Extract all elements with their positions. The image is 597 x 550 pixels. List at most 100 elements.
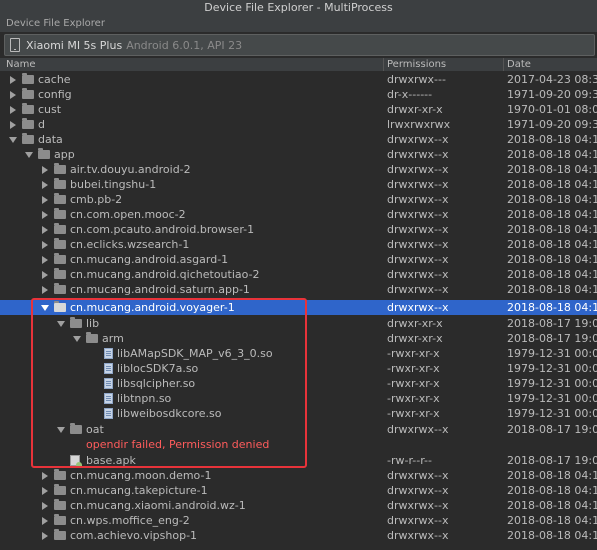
triangle-right-icon[interactable] xyxy=(42,256,48,264)
triangle-right-icon[interactable] xyxy=(10,106,16,114)
window-titlebar: Device File Explorer - MultiProcess xyxy=(0,0,597,17)
row-name: cmb.pb-2 xyxy=(70,193,123,206)
tree-row[interactable]: cn.com.pcauto.android.browser-1 drwxrwx-… xyxy=(0,222,597,237)
row-permissions: drwxrwx--x xyxy=(387,514,449,527)
tree-row[interactable]: cn.com.open.mooc-2 drwxrwx--x 2018-08-18… xyxy=(0,207,597,222)
triangle-right-icon[interactable] xyxy=(42,166,48,174)
tree-row[interactable]: base.apk -rw-r--r-- 2018-08-17 19:01 xyxy=(0,453,597,468)
row-date: 2018-08-17 19:01 xyxy=(507,317,597,330)
row-permissions: drwxrwx--x xyxy=(387,238,449,251)
triangle-down-icon[interactable] xyxy=(57,427,65,433)
tree-row[interactable]: arm drwxr-xr-x 2018-08-17 19:01 xyxy=(0,331,597,346)
row-name: cn.wps.moffice_eng-2 xyxy=(70,514,190,527)
tree-row[interactable]: libtnpn.so -rwxr-xr-x 1979-12-31 00:00 xyxy=(0,391,597,406)
column-divider[interactable] xyxy=(383,58,384,71)
row-name: cn.mucang.android.saturn.app-1 xyxy=(70,283,250,296)
row-date: 2018-08-18 04:10 xyxy=(507,178,597,191)
triangle-down-icon[interactable] xyxy=(9,137,17,143)
tree-row[interactable]: cn.eclicks.wzsearch-1 drwxrwx--x 2018-08… xyxy=(0,237,597,252)
triangle-down-icon[interactable] xyxy=(57,321,65,327)
row-date: 1979-12-31 00:00 xyxy=(507,377,597,390)
row-permissions: drwxrwx--x xyxy=(387,253,449,266)
device-selector[interactable]: Xiaomi MI 5s Plus Android 6.0.1, API 23 xyxy=(4,34,595,56)
tree-row[interactable]: libAMapSDK_MAP_v6_3_0.so -rwxr-xr-x 1979… xyxy=(0,346,597,361)
triangle-right-icon[interactable] xyxy=(42,286,48,294)
triangle-right-icon[interactable] xyxy=(42,472,48,480)
triangle-right-icon[interactable] xyxy=(42,241,48,249)
tree-row[interactable]: cust drwxr-xr-x 1970-01-01 08:00 xyxy=(0,102,597,117)
triangle-right-icon[interactable] xyxy=(42,181,48,189)
row-name: cache xyxy=(38,73,71,86)
tree-row[interactable]: app drwxrwx--x 2018-08-18 04:10 xyxy=(0,147,597,162)
tree-row[interactable]: lib drwxr-xr-x 2018-08-17 19:01 xyxy=(0,316,597,331)
row-permissions: drwxrwx--x xyxy=(387,423,449,436)
row-name: cn.mucang.moon.demo-1 xyxy=(70,469,212,482)
tree-row[interactable]: air.tv.douyu.android-2 drwxrwx--x 2018-0… xyxy=(0,162,597,177)
tree-row[interactable]: com.achievo.vipshop-1 drwxrwx--x 2018-08… xyxy=(0,528,597,543)
folder-icon xyxy=(22,88,34,99)
triangle-right-icon[interactable] xyxy=(42,226,48,234)
row-permissions: -rw-r--r-- xyxy=(387,454,432,467)
row-permissions: -rwxr-xr-x xyxy=(387,362,440,375)
tree-row[interactable]: cmb.pb-2 drwxrwx--x 2018-08-18 04:10 xyxy=(0,192,597,207)
tree-row[interactable]: data drwxrwx--x 2018-08-18 04:10 xyxy=(0,132,597,147)
tree-row[interactable]: cn.mucang.android.saturn.app-1 drwxrwx--… xyxy=(0,282,597,297)
tree-row[interactable]: oat drwxrwx--x 2018-08-17 19:01 xyxy=(0,422,597,437)
folder-icon xyxy=(54,484,66,495)
row-date: 1971-09-20 09:39 xyxy=(507,118,597,131)
tree-row[interactable]: cache drwxrwx--- 2017-04-23 08:38 xyxy=(0,72,597,87)
triangle-down-icon[interactable] xyxy=(25,152,33,158)
tree-row[interactable]: libweibosdkcore.so -rwxr-xr-x 1979-12-31… xyxy=(0,406,597,421)
row-name: libAMapSDK_MAP_v6_3_0.so xyxy=(117,347,273,360)
tree-row[interactable]: bubei.tingshu-1 drwxrwx--x 2018-08-18 04… xyxy=(0,177,597,192)
tree-row-selected[interactable]: cn.mucang.android.voyager-1 drwxrwx--x 2… xyxy=(0,300,597,315)
column-divider[interactable] xyxy=(503,58,504,71)
tree-row[interactable]: liblocSDK7a.so -rwxr-xr-x 1979-12-31 00:… xyxy=(0,361,597,376)
tree-row[interactable]: cn.mucang.takepicture-1 drwxrwx--x 2018-… xyxy=(0,483,597,498)
tree-row[interactable]: cn.mucang.xiaomi.android.wz-1 drwxrwx--x… xyxy=(0,498,597,513)
row-name: cn.eclicks.wzsearch-1 xyxy=(70,238,190,251)
triangle-right-icon[interactable] xyxy=(42,532,48,540)
column-header-name[interactable]: Name xyxy=(6,58,36,71)
row-permissions: drwxr-xr-x xyxy=(387,317,443,330)
row-date: 2018-08-18 04:10 xyxy=(507,163,597,176)
triangle-right-icon[interactable] xyxy=(10,91,16,99)
row-date: 2018-08-18 04:10 xyxy=(507,253,597,266)
tree-row[interactable]: d lrwxrwxrwx 1971-09-20 09:39 xyxy=(0,117,597,132)
triangle-down-icon[interactable] xyxy=(41,305,49,311)
folder-icon xyxy=(22,103,34,114)
triangle-right-icon[interactable] xyxy=(42,502,48,510)
column-header-permissions[interactable]: Permissions xyxy=(387,58,446,71)
tree-row[interactable]: config dr-x------ 1971-09-20 09:39 xyxy=(0,87,597,102)
tree-row[interactable]: cn.mucang.android.asgard-1 drwxrwx--x 20… xyxy=(0,252,597,267)
triangle-right-icon[interactable] xyxy=(42,196,48,204)
row-name: cn.mucang.android.voyager-1 xyxy=(70,301,235,314)
row-permissions: drwxrwx--x xyxy=(387,499,449,512)
folder-icon xyxy=(54,283,66,294)
folder-icon xyxy=(22,133,34,144)
row-date: 1979-12-31 00:00 xyxy=(507,407,597,420)
triangle-down-icon[interactable] xyxy=(73,336,81,342)
row-permissions: drwxr-xr-x xyxy=(387,103,443,116)
tree-row[interactable]: cn.mucang.android.qichetoutiao-2 drwxrwx… xyxy=(0,267,597,282)
triangle-right-icon[interactable] xyxy=(10,76,16,84)
row-name: libweibosdkcore.so xyxy=(117,407,222,420)
tree-row[interactable]: libsqlcipher.so -rwxr-xr-x 1979-12-31 00… xyxy=(0,376,597,391)
row-permissions: drwxrwx--- xyxy=(387,73,446,86)
triangle-right-icon[interactable] xyxy=(42,517,48,525)
triangle-right-icon[interactable] xyxy=(42,271,48,279)
column-header-date[interactable]: Date xyxy=(507,58,531,71)
row-permissions: drwxrwx--x xyxy=(387,193,449,206)
row-date: 2018-08-17 19:01 xyxy=(507,454,597,467)
folder-icon xyxy=(54,163,66,174)
triangle-right-icon[interactable] xyxy=(10,121,16,129)
row-date: 2018-08-18 04:10 xyxy=(507,469,597,482)
triangle-right-icon[interactable] xyxy=(42,487,48,495)
tree-row[interactable]: cn.wps.moffice_eng-2 drwxrwx--x 2018-08-… xyxy=(0,513,597,528)
row-permissions: -rwxr-xr-x xyxy=(387,392,440,405)
folder-icon xyxy=(54,238,66,249)
row-date: 2018-08-18 04:10 xyxy=(507,301,597,314)
row-name: com.achievo.vipshop-1 xyxy=(70,529,198,542)
triangle-right-icon[interactable] xyxy=(42,211,48,219)
tree-row[interactable]: cn.mucang.moon.demo-1 drwxrwx--x 2018-08… xyxy=(0,468,597,483)
